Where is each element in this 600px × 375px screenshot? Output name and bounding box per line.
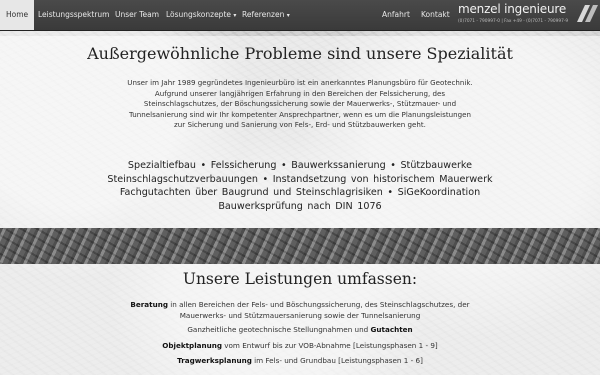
nav-loesungskonzepte-label: Lösungskonzepte <box>166 10 232 19</box>
service-tragwerksplanung: Tragwerksplanung im Fels- und Grundbau [… <box>80 356 520 367</box>
specialties-line: Fachgutachten über Baugrund und Steinsch… <box>119 187 481 198</box>
nav-home[interactable]: Home <box>0 0 35 30</box>
service-beratung-cont: Mauerwerks- und Stützmauersanierung sowi… <box>179 310 421 320</box>
service-beratung-title: Beratung <box>130 300 168 309</box>
intro-line: Tunnelsanierung sind wir Ihr kompetenter… <box>129 109 471 119</box>
services-heading: Unsere Leistungen umfassen: <box>182 270 418 288</box>
chevron-down-icon: ▾ <box>233 12 237 19</box>
specialties-line: Bauwerksprüfung nach DIN 1076 <box>218 200 382 212</box>
service-objektplanung: Objektplanung vom Entwurf bis zur VOB-Ab… <box>80 341 520 352</box>
intro-paragraph: Unser im Jahr 1989 gegründetes Ingenieur… <box>105 78 495 131</box>
logo-wordmark: menzel ingenieure <box>458 2 567 16</box>
specialties-line: Spezialtiefbau • Felssicherung • Bauwerk… <box>127 160 473 171</box>
service-gutachten-title: Gutachten <box>370 325 413 334</box>
intro-line: Aufgrund unserer langjährigen Erfahrung … <box>154 88 446 98</box>
services-list: Beratung in allen Bereichen der Fels- un… <box>80 300 520 367</box>
specialties-list: Spezialtiefbau • Felssicherung • Bauwerk… <box>80 159 520 213</box>
service-beratung: Beratung in allen Bereichen der Fels- un… <box>80 300 520 311</box>
service-tragwerksplanung-text: im Fels- und Grundbau [Leistungsphasen 1… <box>251 356 423 365</box>
service-objektplanung-title: Objektplanung <box>162 340 222 350</box>
nav-referenzen[interactable]: Referenzen ▾ <box>242 0 290 30</box>
company-logo[interactable]: menzel ingenieure (0)7071 - 790997-0 | F… <box>458 2 600 28</box>
specialties-line: Steinschlagschutzverbauungen • Instandse… <box>107 173 493 185</box>
nav-loesungskonzepte[interactable]: Lösungskonzepte ▾ <box>166 0 236 30</box>
service-tragwerksplanung-title: Tragwerksplanung <box>177 356 252 365</box>
service-gutachten: Ganzheitliche geotechnische Stellungnahm… <box>80 325 520 336</box>
service-objektplanung-text: vom Entwurf bis zur VOB-Abnahme [Leistun… <box>222 340 438 350</box>
nav-leistungsspektrum[interactable]: Leistungsspektrum <box>38 0 109 30</box>
chevron-down-icon: ▾ <box>286 12 290 19</box>
service-beratung-text: in allen Bereichen der Fels- und Böschun… <box>167 300 470 309</box>
intro-line: Unser im Jahr 1989 gegründetes Ingenieur… <box>127 78 473 87</box>
intro-line: Steinschlagschutzes, der Böschungssicher… <box>143 99 457 109</box>
logo-mark-icon <box>577 5 598 22</box>
logo-contact-line: (0)7071 - 790997-0 | Fax +49 - (0)7071 -… <box>458 19 569 24</box>
service-gutachten-text: Ganzheitliche geotechnische Stellungnahm… <box>187 325 371 334</box>
nav-kontakt[interactable]: Kontakt <box>421 0 450 30</box>
nav-anfahrt[interactable]: Anfahrt <box>382 0 410 30</box>
top-navbar: Home Leistungsspektrum Unser Team Lösung… <box>0 0 600 31</box>
nav-unser-team[interactable]: Unser Team <box>115 0 159 30</box>
nav-referenzen-label: Referenzen <box>242 10 285 19</box>
intro-line: zur Sicherung und Sanierung von Fels-, E… <box>174 120 426 130</box>
rock-texture-band <box>0 228 600 264</box>
intro-heading: Außergewöhnliche Probleme sind unsere Sp… <box>87 44 513 63</box>
